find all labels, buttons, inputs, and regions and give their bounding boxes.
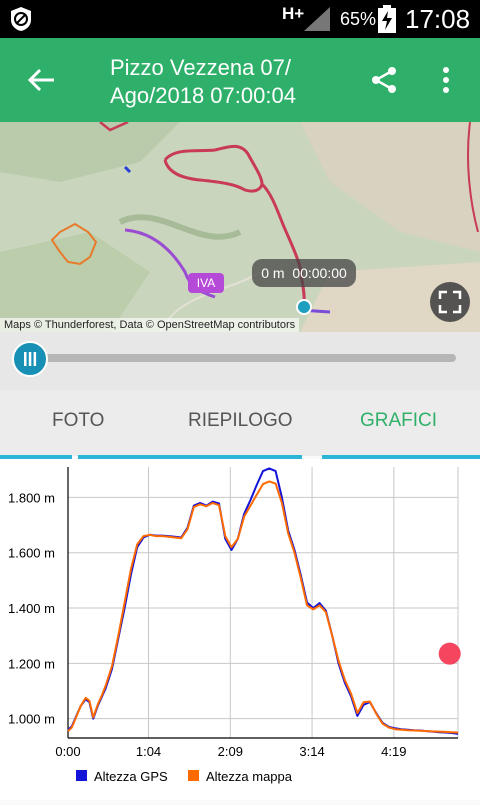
elevation-chart: 1.000 m 1.200 m 1.400 m 1.600 m 1.800 m 0:00 1…: [0, 459, 480, 800]
page-title: Pizzo Vezzena 07/ Ago/2018 07:00:04: [110, 54, 350, 110]
battery-charging-icon: [378, 5, 396, 33]
road-label: IVA: [188, 273, 224, 293]
clock: 17:08: [405, 4, 471, 34]
timeline-slider[interactable]: [0, 332, 480, 390]
y-tick-label: 1.600 m: [8, 546, 55, 561]
map-background: [0, 122, 480, 332]
back-arrow-icon[interactable]: [26, 65, 56, 95]
signal-icon: [304, 7, 330, 31]
tab-foto[interactable]: FOTO: [52, 410, 104, 432]
y-tick-label: 1.200 m: [8, 656, 55, 671]
y-tick-label: 1.000 m: [8, 712, 55, 727]
info-distance: 0 m: [261, 265, 285, 281]
map-attribution: Maps © Thunderforest, Data © OpenStreetM…: [0, 318, 300, 332]
fullscreen-button[interactable]: [430, 282, 470, 322]
legend-label: Altezza mappa: [206, 769, 293, 784]
x-tick-label: 3:14: [299, 744, 324, 759]
series-line-mappa: [67, 480, 459, 734]
position-info-bubble: 0 m 00:00:00: [252, 259, 356, 287]
x-tick-label: 0:00: [55, 744, 80, 759]
fullscreen-icon: [438, 290, 462, 314]
slider-track[interactable]: [30, 354, 456, 362]
share-icon[interactable]: [370, 66, 398, 94]
status-bar: H+ 65% 17:08: [0, 0, 480, 38]
legend-label: Altezza GPS: [94, 769, 168, 784]
x-tick-label: 2:09: [218, 744, 243, 759]
drag-handle-icon: [24, 352, 37, 366]
elevation-chart-svg: 1.000 m 1.200 m 1.400 m 1.600 m 1.800 m 0:00 1…: [8, 467, 461, 784]
tab-bar: FOTO RIEPILOGO GRAFICI: [0, 390, 480, 456]
battery-percentage: 65%: [340, 9, 377, 29]
x-tick-label: 1:04: [136, 744, 161, 759]
slider-thumb[interactable]: [12, 341, 48, 377]
y-tick-label: 1.400 m: [8, 601, 55, 616]
title-line-2: Ago/2018 07:00:04: [110, 83, 296, 108]
more-options-icon[interactable]: [436, 66, 456, 94]
legend-swatch: [188, 770, 199, 781]
track-map[interactable]: IVA 0 m 00:00:00 Maps © Thunderforest, D…: [0, 122, 480, 332]
blocked-notification-icon: [11, 7, 31, 31]
position-marker: [438, 642, 461, 665]
tab-riepilogo[interactable]: RIEPILOGO: [188, 410, 293, 432]
tab-grafici[interactable]: GRAFICI: [360, 410, 437, 432]
app-bar: Pizzo Vezzena 07/ Ago/2018 07:00:04: [0, 38, 480, 122]
y-tick-label: 1.800 m: [8, 490, 55, 505]
legend-swatch: [76, 770, 87, 781]
series-line-gps: [67, 467, 459, 735]
network-type: H+: [282, 4, 305, 23]
x-tick-label: 4:19: [381, 744, 406, 759]
title-line-1: Pizzo Vezzena 07/: [110, 55, 292, 80]
info-time: 00:00:00: [292, 265, 347, 281]
